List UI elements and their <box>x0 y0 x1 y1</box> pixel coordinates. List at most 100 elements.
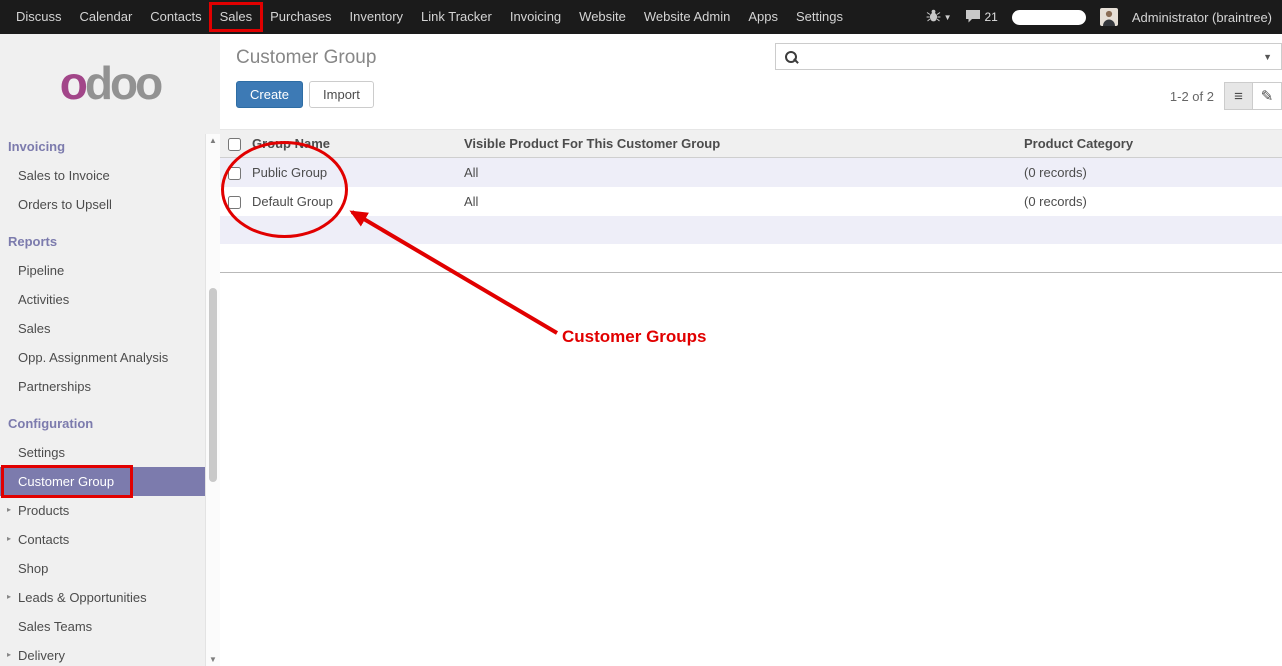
debug-menu-button[interactable]: ▼ <box>926 9 952 25</box>
row-checkbox-cell <box>220 158 244 188</box>
pager: 1-2 of 2 <box>1170 89 1214 104</box>
nav-item-invoicing[interactable]: Invoicing <box>501 0 570 34</box>
nav-item-settings[interactable]: Settings <box>787 0 852 34</box>
sidebar-item-label: Pipeline <box>18 263 64 278</box>
column-header-product-category[interactable]: Product Category <box>1016 130 1282 158</box>
chevron-right-icon: ▸ <box>7 650 11 659</box>
sidebar-item-settings[interactable]: Settings <box>0 438 205 467</box>
sidebar-item-activities[interactable]: Activities <box>0 285 205 314</box>
edit-icon: ✎ <box>1261 87 1274 105</box>
sidebar-item-label: Delivery <box>18 648 65 663</box>
chevron-right-icon: ▸ <box>7 592 11 601</box>
sidebar-section-title: Invoicing <box>0 132 205 161</box>
column-header-visible-product[interactable]: Visible Product For This Customer Group <box>456 130 1016 158</box>
user-menu[interactable]: Administrator (braintree) <box>1132 10 1272 25</box>
nav-item-inventory[interactable]: Inventory <box>341 0 412 34</box>
select-all-checkbox[interactable] <box>228 138 241 151</box>
nav-item-link-tracker[interactable]: Link Tracker <box>412 0 501 34</box>
filler-row <box>220 244 1282 272</box>
sidebar-item-label: Sales Teams <box>18 619 92 634</box>
sidebar-item-label: Activities <box>18 292 69 307</box>
sidebar-item-pipeline[interactable]: Pipeline <box>0 256 205 285</box>
sidebar-item-partnerships[interactable]: Partnerships <box>0 372 205 401</box>
chevron-right-icon: ▸ <box>7 534 11 543</box>
row-checkbox[interactable] <box>228 196 241 209</box>
sidebar-item-contacts[interactable]: ▸ Contacts <box>0 525 205 554</box>
nav-item-purchases[interactable]: Purchases <box>261 0 340 34</box>
column-header-group-name[interactable]: Group Name <box>244 130 456 158</box>
systray: ▼ 21 Administrator (braintree) <box>926 8 1282 26</box>
nav-item-website[interactable]: Website <box>570 0 635 34</box>
cell-visible-product[interactable]: All <box>456 187 1016 216</box>
search-dropdown-icon[interactable]: ▼ <box>1254 52 1281 62</box>
list-view-button[interactable]: ≡ <box>1224 82 1253 110</box>
sidebar-item-sales-teams[interactable]: Sales Teams <box>0 612 205 641</box>
sidebar-item-label: Opp. Assignment Analysis <box>18 350 168 365</box>
sidebar-item-sales[interactable]: Sales <box>0 314 205 343</box>
odoo-logo-rest: doo <box>85 57 160 109</box>
messaging-button[interactable]: 21 <box>965 9 997 26</box>
form-view-button[interactable]: ✎ <box>1253 82 1282 110</box>
page-title: Customer Group <box>236 47 376 69</box>
nav-item-contacts[interactable]: Contacts <box>141 0 210 34</box>
action-buttons: Create Import <box>236 81 374 108</box>
nav-item-website-admin[interactable]: Website Admin <box>635 0 739 34</box>
sidebar-item-customer-group[interactable]: Customer Group <box>0 467 205 496</box>
sidebar-section-configuration: Configuration Settings Customer Group ▸P… <box>0 409 205 666</box>
sidebar-item-shop[interactable]: Shop <box>0 554 205 583</box>
row-checkbox-cell <box>220 187 244 216</box>
nav-item-apps[interactable]: Apps <box>739 0 787 34</box>
sidebar: odoo Invoicing Sales to Invoice Orders t… <box>0 34 220 666</box>
row-checkbox[interactable] <box>228 167 241 180</box>
sidebar-item-label: Settings <box>18 445 65 460</box>
main-content: Customer Group ▼ Create Import 1-2 of 2 … <box>220 34 1282 666</box>
sidebar-item-label: Shop <box>18 561 48 576</box>
create-button[interactable]: Create <box>236 81 303 108</box>
nav-item-calendar[interactable]: Calendar <box>71 0 142 34</box>
sidebar-item-label: Sales to Invoice <box>18 168 110 183</box>
sidebar-item-sales-to-invoice[interactable]: Sales to Invoice <box>0 161 205 190</box>
sidebar-section-invoicing: Invoicing Sales to Invoice Orders to Ups… <box>0 132 205 219</box>
timer-pill[interactable] <box>1012 10 1086 25</box>
nav-item-sales[interactable]: Sales <box>211 0 262 34</box>
sidebar-item-opp-assignment-analysis[interactable]: Opp. Assignment Analysis <box>0 343 205 372</box>
bug-icon <box>926 9 941 25</box>
table-header-row: Group Name Visible Product For This Cust… <box>220 130 1282 158</box>
sidebar-item-leads-opportunities[interactable]: ▸Leads & Opportunities <box>0 583 205 612</box>
sidebar-menu: Invoicing Sales to Invoice Orders to Ups… <box>0 132 205 666</box>
cell-product-category[interactable]: (0 records) <box>1016 158 1282 188</box>
nav-item-discuss[interactable]: Discuss <box>7 0 71 34</box>
scroll-down-icon[interactable]: ▼ <box>206 655 220 664</box>
customer-group-table: Group Name Visible Product For This Cust… <box>220 129 1282 273</box>
sidebar-item-label: Customer Group <box>18 474 114 489</box>
sidebar-item-label: Orders to Upsell <box>18 197 112 212</box>
user-avatar <box>1100 8 1118 26</box>
sidebar-section-title: Configuration <box>0 409 205 438</box>
caret-down-icon: ▼ <box>944 13 952 22</box>
sidebar-item-label: Contacts <box>18 532 69 547</box>
sidebar-item-label: Products <box>18 503 69 518</box>
scrollbar-thumb[interactable] <box>209 288 217 482</box>
sidebar-scrollbar[interactable]: ▲ ▼ <box>205 134 220 666</box>
sidebar-section-title: Reports <box>0 227 205 256</box>
sidebar-item-label: Partnerships <box>18 379 91 394</box>
scroll-up-icon[interactable]: ▲ <box>206 136 220 145</box>
table-row[interactable]: Default Group All (0 records) <box>220 187 1282 216</box>
top-navbar: Discuss Calendar Contacts Sales Purchase… <box>0 0 1282 34</box>
odoo-logo: odoo <box>0 34 220 124</box>
sidebar-section-reports: Reports Pipeline Activities Sales Opp. A… <box>0 227 205 401</box>
cell-group-name[interactable]: Public Group <box>244 158 456 188</box>
list-icon: ≡ <box>1234 88 1243 105</box>
table-row[interactable]: Public Group All (0 records) <box>220 158 1282 188</box>
cell-visible-product[interactable]: All <box>456 158 1016 188</box>
search-input[interactable] <box>803 44 1254 69</box>
import-button[interactable]: Import <box>309 81 374 108</box>
sidebar-item-orders-to-upsell[interactable]: Orders to Upsell <box>0 190 205 219</box>
cell-group-name[interactable]: Default Group <box>244 187 456 216</box>
sidebar-item-delivery[interactable]: ▸ Delivery <box>0 641 205 666</box>
top-menu: Discuss Calendar Contacts Sales Purchase… <box>0 0 852 34</box>
cell-product-category[interactable]: (0 records) <box>1016 187 1282 216</box>
sidebar-item-label: Sales <box>18 321 51 336</box>
sidebar-item-products[interactable]: ▸Products <box>0 496 205 525</box>
view-switcher: ≡ ✎ <box>1224 82 1282 110</box>
